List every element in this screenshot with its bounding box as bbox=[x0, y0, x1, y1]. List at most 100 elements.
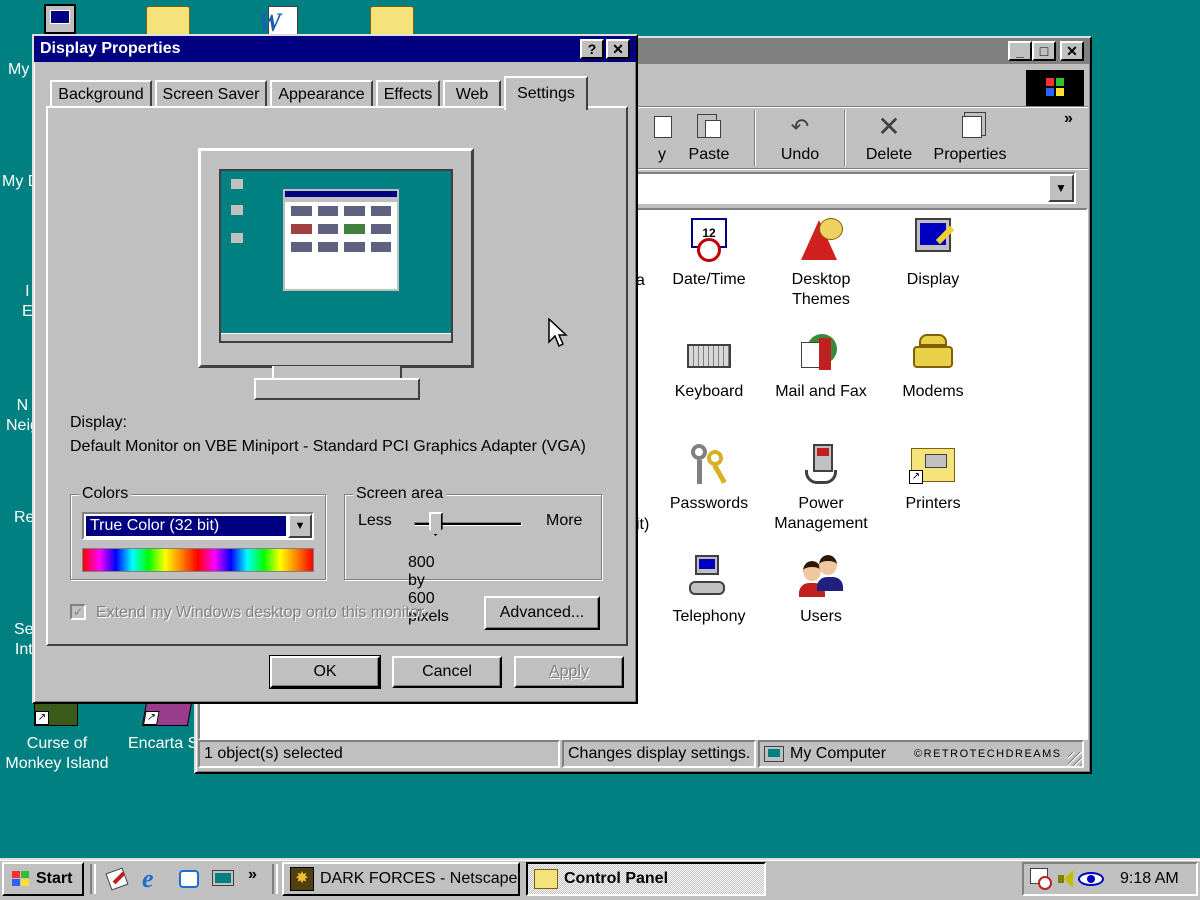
date-time-label: Date/Time bbox=[672, 271, 746, 288]
users-label: Users bbox=[800, 608, 842, 625]
task-control-panel-label: Control Panel bbox=[564, 870, 669, 887]
windows-flag-icon bbox=[10, 869, 32, 889]
ok-button[interactable]: OK bbox=[269, 655, 381, 689]
users-icon bbox=[797, 553, 845, 601]
tray-volume-icon[interactable] bbox=[1056, 868, 1076, 890]
preview-window bbox=[283, 189, 399, 291]
advanced-button[interactable]: Advanced... bbox=[484, 596, 600, 630]
quick-launch-channel-icon[interactable] bbox=[104, 866, 130, 892]
mail-fax-label: Mail and Fax bbox=[775, 383, 867, 400]
passwords-item[interactable]: Passwords bbox=[649, 440, 769, 514]
folder-icon[interactable] bbox=[146, 6, 190, 36]
quick-launch-ie-icon[interactable]: e bbox=[142, 866, 168, 892]
start-button[interactable]: Start bbox=[2, 862, 84, 896]
preview-taskbar bbox=[221, 333, 451, 341]
resize-grip[interactable] bbox=[1068, 752, 1082, 766]
toolbar-properties-button[interactable]: Properties bbox=[928, 112, 1012, 164]
mail-fax-item[interactable]: Mail and Fax bbox=[761, 328, 881, 402]
task-control-panel[interactable]: Control Panel bbox=[526, 862, 766, 896]
display-label: Display bbox=[906, 271, 960, 288]
date-time-item[interactable]: 12 Date/Time bbox=[649, 216, 769, 290]
desktop-themes-label: Desktop Themes bbox=[791, 271, 851, 308]
toolbar-properties-label: Properties bbox=[933, 146, 1007, 163]
monitor-stand-neck bbox=[272, 366, 402, 378]
tray-eye-icon[interactable] bbox=[1078, 872, 1104, 886]
advanced-button-label: Advanced... bbox=[499, 604, 585, 621]
toolbar-undo-label: Undo bbox=[780, 146, 820, 163]
printers-label: Printers bbox=[905, 495, 961, 512]
monitor-preview bbox=[198, 148, 474, 368]
toolbar-delete-button[interactable]: ✕ Delete bbox=[847, 112, 931, 164]
control-panel-folder-icon bbox=[534, 869, 558, 889]
themes-icon bbox=[797, 216, 845, 264]
desktop-label-my-computer[interactable]: My bbox=[8, 60, 29, 80]
display-item[interactable]: Display bbox=[873, 216, 993, 290]
telephony-label: Telephony bbox=[672, 608, 746, 625]
tab-screen-saver[interactable]: Screen Saver bbox=[155, 80, 267, 108]
address-dropdown-button[interactable]: ▼ bbox=[1048, 174, 1074, 202]
toolbar-undo-button[interactable]: ↶ Undo bbox=[758, 112, 842, 164]
tray-scheduler-icon[interactable] bbox=[1030, 868, 1052, 890]
dialog-close-button[interactable]: ✕ bbox=[606, 39, 630, 59]
menubar-separator bbox=[636, 106, 1088, 108]
tab-web[interactable]: Web bbox=[443, 80, 501, 108]
printers-item[interactable]: ↗ Printers bbox=[873, 440, 993, 514]
screen-area-less-label: Less bbox=[358, 512, 392, 529]
toolbar-separator bbox=[844, 110, 846, 166]
keys-icon bbox=[685, 440, 733, 488]
taskbar-clock[interactable]: 9:18 AM bbox=[1120, 870, 1179, 888]
color-spectrum-bar bbox=[82, 548, 314, 572]
cancel-button[interactable]: Cancel bbox=[392, 656, 502, 688]
apply-button[interactable]: Apply bbox=[514, 656, 624, 688]
desktop-themes-item[interactable]: Desktop Themes bbox=[761, 216, 881, 310]
colors-dropdown[interactable]: True Color (32 bit) ▼ bbox=[82, 512, 314, 540]
tab-background[interactable]: Background bbox=[50, 80, 152, 108]
tab-settings[interactable]: Settings bbox=[504, 76, 588, 110]
desktop-label-setup-internet[interactable]: Se Int bbox=[14, 620, 34, 660]
power-management-item[interactable]: Power Management bbox=[761, 440, 881, 534]
address-bar[interactable]: ▼ bbox=[636, 172, 1076, 204]
start-label: Start bbox=[36, 870, 73, 887]
delete-x-icon: ✕ bbox=[877, 111, 901, 142]
close-button[interactable]: ✕ bbox=[1060, 41, 1084, 61]
colors-dropdown-arrow[interactable]: ▼ bbox=[288, 514, 312, 538]
telephony-icon bbox=[685, 553, 733, 601]
screen-area-group: Screen area bbox=[344, 485, 602, 580]
toolbar-paste-button[interactable]: Paste bbox=[667, 112, 751, 164]
tab-effects[interactable]: Effects bbox=[376, 80, 440, 108]
mail-fax-icon bbox=[797, 328, 845, 376]
modems-item[interactable]: Modems bbox=[873, 328, 993, 402]
folder-icon[interactable] bbox=[370, 6, 414, 36]
keyboard-item[interactable]: Keyboard bbox=[649, 328, 769, 402]
word-document-icon[interactable]: W bbox=[258, 6, 302, 37]
ok-button-label: OK bbox=[313, 663, 337, 680]
maximize-button[interactable]: □ bbox=[1032, 41, 1056, 61]
task-dark-forces-netscape[interactable]: ✸ DARK FORCES - Netscape bbox=[282, 862, 520, 896]
task-dark-forces-label: DARK FORCES - Netscape bbox=[320, 870, 518, 887]
encarta-icon[interactable]: ↗ bbox=[141, 702, 193, 726]
my-computer-icon[interactable] bbox=[44, 4, 76, 34]
quick-launch-chevron[interactable]: » bbox=[248, 866, 257, 884]
paste-icon bbox=[693, 112, 725, 142]
monitor-icon bbox=[909, 216, 957, 264]
telephony-item[interactable]: Telephony bbox=[649, 553, 769, 627]
undo-icon: ↶ bbox=[790, 114, 810, 139]
quick-launch-outlook-icon[interactable] bbox=[176, 866, 202, 892]
minimize-button[interactable]: _ bbox=[1008, 41, 1032, 61]
users-item[interactable]: Users bbox=[761, 553, 881, 627]
extend-desktop-checkbox[interactable]: ✓ bbox=[70, 604, 86, 620]
power-management-label: Power Management bbox=[774, 495, 868, 532]
dialog-titlebar[interactable]: Display Properties ? ✕ bbox=[34, 36, 636, 62]
desktop-label-curse-of-monkey-island[interactable]: Curse of Monkey Island bbox=[4, 734, 110, 774]
quick-launch-desktop-icon[interactable] bbox=[210, 866, 236, 892]
help-button[interactable]: ? bbox=[580, 39, 604, 59]
toolbar-more-chevron[interactable]: » bbox=[1064, 110, 1073, 128]
tab-appearance[interactable]: Appearance bbox=[270, 80, 373, 108]
clock-calendar-icon: 12 bbox=[685, 216, 733, 264]
screen-area-more-label: More bbox=[546, 512, 583, 529]
windows-logo-throbber bbox=[1026, 70, 1084, 106]
taskbar-separator bbox=[90, 864, 96, 894]
netscape-icon: ✸ bbox=[290, 867, 314, 891]
desktop-label-encarta[interactable]: Encarta S bbox=[128, 734, 198, 754]
monitor-preview-screen bbox=[219, 169, 453, 343]
